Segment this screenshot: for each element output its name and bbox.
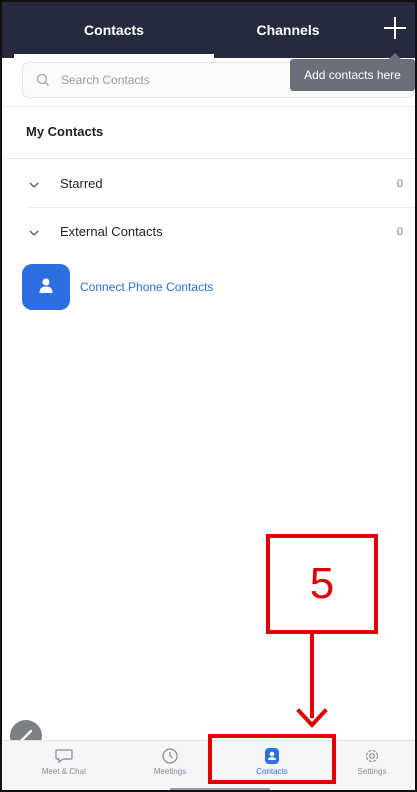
active-tab-indicator [14, 54, 214, 58]
divider [2, 106, 415, 107]
add-contacts-tooltip: Add contacts here [290, 53, 415, 91]
step-number: 5 [309, 559, 335, 608]
nav-settings[interactable]: Settings [332, 741, 412, 790]
arrow-down-icon [296, 708, 328, 728]
nav-meetings[interactable]: Meetings [130, 741, 210, 790]
group-row-external-contacts[interactable]: External Contacts 0 [2, 210, 415, 256]
group-row-starred[interactable]: Starred 0 [2, 162, 415, 208]
nav-label: Meet & Chat [41, 767, 87, 776]
person-icon [22, 264, 70, 310]
tab-channels-label: Channels [256, 22, 320, 38]
search-icon [36, 73, 49, 86]
section-title: My Contacts [26, 124, 104, 139]
nav-label: Settings [357, 767, 387, 776]
chevron-down-icon [29, 182, 39, 188]
connect-phone-contacts-button[interactable]: Connect Phone Contacts [22, 264, 342, 310]
app-screen: Contacts Channels Add contacts here My C… [0, 0, 417, 792]
nav-meet-chat[interactable]: Meet & Chat [24, 741, 104, 790]
contacts-highlight-box [208, 734, 336, 784]
group-label: External Contacts [60, 224, 163, 239]
chevron-down-icon [29, 230, 39, 236]
gear-icon [365, 749, 379, 763]
chat-bubble-icon [55, 749, 73, 764]
top-header: Contacts Channels [2, 2, 415, 58]
step-annotation-box: 5 [266, 534, 378, 634]
group-label: Starred [60, 176, 103, 191]
group-count: 0 [396, 226, 403, 238]
divider [2, 158, 415, 159]
phone-frame: Contacts Channels Add contacts here My C… [0, 0, 417, 792]
tooltip-text: Add contacts here [304, 68, 401, 82]
connect-label: Connect Phone Contacts [80, 280, 214, 294]
row-divider [28, 207, 415, 208]
tab-contacts[interactable]: Contacts [14, 2, 214, 58]
tab-channels[interactable]: Channels [188, 2, 388, 58]
annotation-arrow-shaft [310, 634, 314, 718]
group-count: 0 [396, 178, 403, 190]
plus-icon[interactable] [381, 14, 409, 42]
search-input[interactable] [59, 72, 263, 88]
home-indicator [170, 788, 270, 790]
nav-label: Meetings [153, 767, 187, 776]
clock-icon [162, 748, 178, 764]
tab-contacts-label: Contacts [84, 22, 144, 38]
